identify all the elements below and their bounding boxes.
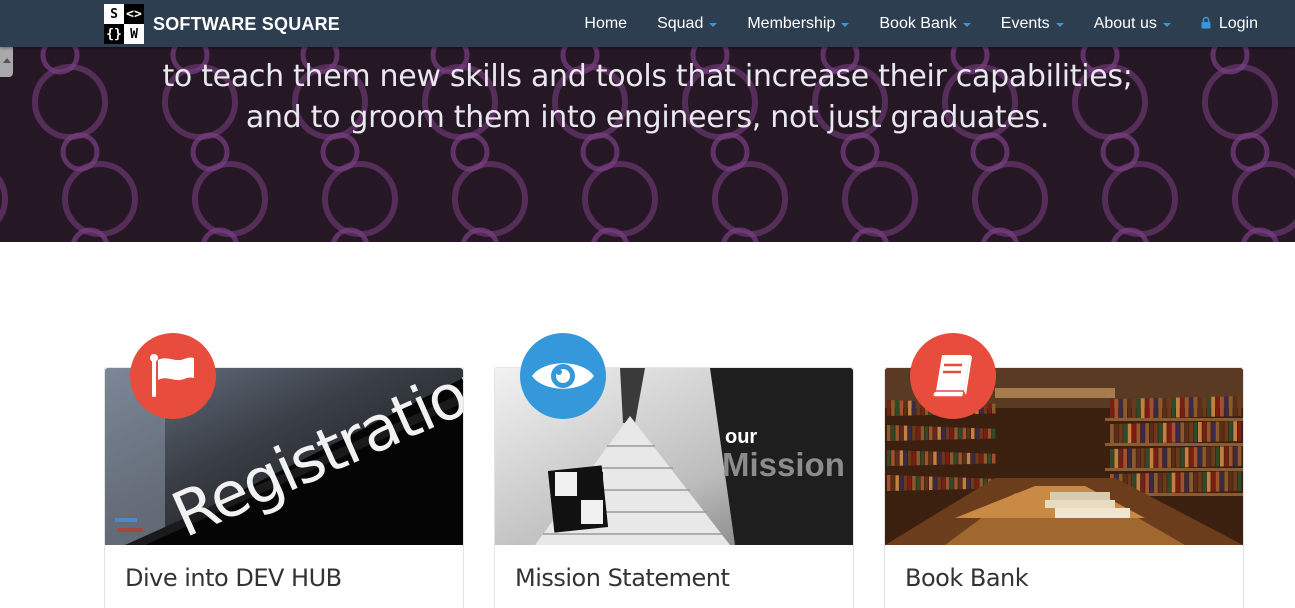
brand[interactable]: S <> {} W SOFTWARE SQUARE (104, 4, 340, 44)
caret-down-icon (841, 22, 850, 27)
mission-image-text-small: our (725, 426, 757, 448)
decorative-ring (71, 227, 109, 242)
nav-item-about-us[interactable]: About us (1094, 15, 1171, 33)
decorative-ring (461, 227, 499, 242)
nav-item-squad[interactable]: Squad (657, 14, 718, 33)
decorative-ring (981, 227, 1019, 242)
logo-glyph: S (104, 4, 124, 24)
nav-label: Book Bank (879, 14, 957, 32)
card-title: Dive into DEV HUB (125, 564, 342, 592)
decorative-ring (201, 227, 239, 242)
nav-item-book-bank[interactable]: Book Bank (879, 14, 971, 33)
logo-glyph: W (124, 24, 144, 44)
decorative-ring (452, 161, 528, 237)
decorative-ring (62, 161, 138, 237)
brand-name: SOFTWARE SQUARE (153, 13, 341, 34)
decorative-ring (322, 161, 398, 237)
top-navbar: S <> {} W SOFTWARE SQUARE Home Squad Mem… (0, 0, 1295, 47)
login-label: Login (1218, 14, 1258, 32)
card-title: Book Bank (905, 564, 1029, 592)
caret-down-icon (962, 22, 971, 27)
eye-icon (532, 363, 594, 389)
brand-logo: S <> {} W (104, 4, 144, 44)
hero-banner: to teach them new skills and tools that … (0, 47, 1295, 242)
nav-label: Events (1000, 14, 1050, 32)
decorative-ring (1241, 227, 1279, 242)
book-badge (910, 333, 996, 419)
book-icon (932, 355, 972, 398)
decorative-ring (591, 227, 629, 242)
decorative-ring (1102, 161, 1178, 237)
decorative-ring (842, 161, 918, 237)
nav-label: About us (1093, 14, 1157, 32)
flag-icon (150, 354, 194, 397)
mission-image-text-large: Mission (722, 446, 845, 483)
decorative-ring (0, 175, 8, 223)
decorative-ring (582, 161, 658, 237)
decorative-ring (972, 161, 1048, 237)
caret-down-icon (709, 22, 718, 27)
card-title: Mission Statement (515, 564, 730, 592)
nav-label: Home (584, 14, 628, 32)
decorative-ring (192, 161, 268, 237)
login-link[interactable]: Login (1201, 15, 1258, 33)
lock-icon (1201, 16, 1211, 29)
decorative-ring (331, 227, 369, 242)
nav-label: Squad (657, 14, 704, 32)
eye-badge (520, 333, 606, 419)
hero-text-line: and to groom them into engineers, not ju… (245, 100, 1050, 135)
nav-item-events[interactable]: Events (1001, 15, 1064, 33)
nav-label: Membership (747, 14, 836, 32)
caret-down-icon (1162, 22, 1171, 27)
scroll-up-tab[interactable] (0, 47, 13, 77)
decorative-ring (851, 227, 889, 242)
logo-glyph: {} (104, 24, 124, 44)
logo-glyph: <> (124, 4, 144, 24)
flag-badge (130, 333, 216, 419)
nav-menu: Home Squad Membership Book Bank Events A… (554, 0, 1258, 47)
nav-item-home[interactable]: Home (584, 15, 627, 33)
nav-item-membership[interactable]: Membership (747, 14, 850, 33)
hero-text-line: to teach them new skills and tools that … (162, 59, 1133, 94)
decorative-ring (712, 161, 788, 237)
decorative-ring (1111, 227, 1149, 242)
caret-down-icon (1055, 22, 1064, 27)
decorative-ring (721, 227, 759, 242)
decorative-ring (1232, 161, 1295, 237)
